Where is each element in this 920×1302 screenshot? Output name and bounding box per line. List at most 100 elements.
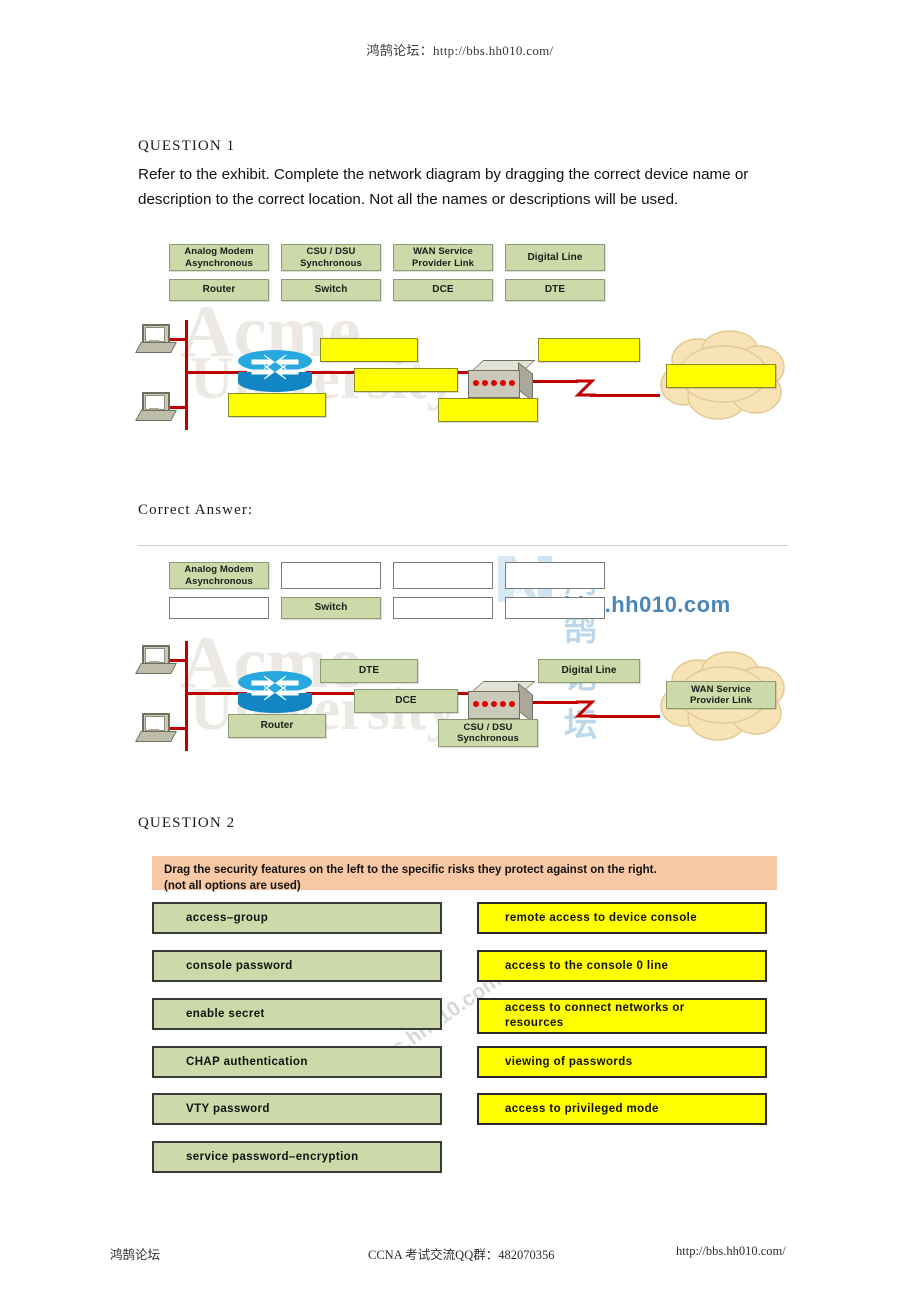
security-feature-vty-password[interactable]: VTY password: [152, 1093, 442, 1125]
option-chip-csu-dsu[interactable]: CSU / DSU Synchronous: [281, 244, 381, 271]
question-1-text: Refer to the exhibit. Complete the netwo…: [138, 166, 749, 208]
chip-line: DTE: [544, 284, 566, 296]
chip-line: Analog Modem: [184, 246, 254, 257]
chip-line: WAN Service: [691, 683, 751, 695]
answer-slot-used-5[interactable]: [169, 597, 269, 619]
item-label: remote access to device console: [505, 911, 698, 924]
answer-slot-analog-modem[interactable]: Analog Modem Asynchronous: [169, 562, 269, 589]
chip-line: CSU / DSU: [463, 721, 513, 733]
correct-answer-label: Correct Answer:: [138, 502, 254, 518]
chip-line: Router: [202, 284, 236, 296]
pc-icon-top: [135, 324, 177, 353]
chip-line: Switch: [314, 602, 348, 614]
risk-access-connect-networks[interactable]: access to connect networks or resources: [477, 998, 767, 1034]
option-chip-dte[interactable]: DTE: [505, 279, 605, 301]
answer-placement-right[interactable]: Digital Line: [538, 659, 640, 683]
chip-line: CSU / DSU: [306, 246, 356, 257]
item-label: enable secret: [186, 1007, 265, 1020]
question-1-exhibit: Acme University Analog Modem Asynchronou…: [135, 228, 788, 438]
answer-slot-used-8[interactable]: [505, 597, 605, 619]
pc-icon-top: [135, 645, 177, 674]
item-label: CHAP authentication: [186, 1055, 308, 1068]
drop-target-bottom-mid[interactable]: [438, 398, 538, 422]
chip-line: DCE: [395, 695, 417, 707]
lan-backbone-wire: [185, 320, 188, 430]
chip-line: Switch: [314, 284, 348, 296]
chip-line: DCE: [432, 284, 454, 296]
chip-line: Synchronous: [457, 733, 519, 744]
chip-line: DTE: [358, 665, 380, 677]
security-feature-service-password-encryption[interactable]: service password–encryption: [152, 1141, 442, 1173]
answer-placement-bottom-mid[interactable]: CSU / DSU Synchronous: [438, 719, 538, 747]
item-label: viewing of passwords: [505, 1055, 633, 1068]
option-chip-wan-link[interactable]: WAN Service Provider Link: [393, 244, 493, 271]
drop-target-right[interactable]: [538, 338, 640, 362]
chip-line: Asynchronous: [185, 257, 253, 269]
security-feature-console-password[interactable]: console password: [152, 950, 442, 982]
item-label: access–group: [186, 911, 269, 924]
answer-slot-switch[interactable]: Switch: [281, 597, 381, 619]
footer-left: 鸿鹄论坛: [110, 1248, 161, 1262]
option-chip-router[interactable]: Router: [169, 279, 269, 301]
risk-remote-access-device-console[interactable]: remote access to device console: [477, 902, 767, 934]
footer-right: http://bbs.hh010.com/: [676, 1244, 786, 1258]
answer-placement-top-left[interactable]: DTE: [320, 659, 418, 683]
chip-line: Router: [260, 720, 294, 732]
item-label: console password: [186, 959, 293, 972]
answer-slot-used-4[interactable]: [505, 562, 605, 589]
csu-dsu-device-icon: [468, 681, 536, 723]
security-feature-chap-authentication[interactable]: CHAP authentication: [152, 1046, 442, 1078]
chip-line: Digital Line: [527, 251, 583, 263]
csu-to-wan-wire-b: [590, 394, 660, 397]
item-label: access to the console 0 line: [505, 959, 669, 972]
csu-to-wan-wire-a: [530, 380, 578, 383]
question-1-answer-exhibit: Acme University 鸿鹄论坛 bbs.hh010.com Analo…: [135, 545, 788, 761]
drop-target-bottom-left[interactable]: [228, 393, 326, 417]
drop-target-cloud[interactable]: [666, 364, 776, 388]
answer-placement-bottom-left[interactable]: Router: [228, 714, 326, 738]
wan-zigzag-wire: [574, 379, 596, 397]
item-label: access to privileged mode: [505, 1102, 659, 1115]
answer-slot-used-2[interactable]: [281, 562, 381, 589]
drop-target-mid[interactable]: [354, 368, 458, 392]
item-label: service password–encryption: [186, 1150, 359, 1163]
wan-zigzag-wire: [574, 700, 596, 718]
risk-access-console-0-line[interactable]: access to the console 0 line: [477, 950, 767, 982]
item-label: resources: [505, 1017, 564, 1029]
answer-placement-mid[interactable]: DCE: [354, 689, 458, 713]
chip-line: Analog Modem: [184, 564, 254, 575]
question-2-exhibit: bbs.hh010.com Drag the security features…: [138, 850, 788, 1190]
answer-slot-used-3[interactable]: [393, 562, 493, 589]
security-feature-enable-secret[interactable]: enable secret: [152, 998, 442, 1030]
question-1-label: QUESTION 1: [138, 138, 236, 154]
lan-backbone-wire: [185, 641, 188, 751]
risk-access-privileged-mode[interactable]: access to privileged mode: [477, 1093, 767, 1125]
csu-to-wan-wire-a: [530, 701, 578, 704]
answer-slot-used-7[interactable]: [393, 597, 493, 619]
chip-line: Synchronous: [300, 257, 362, 269]
chip-line: Digital Line: [561, 665, 617, 677]
answer-placement-cloud[interactable]: WAN Service Provider Link: [666, 681, 776, 709]
option-chip-switch[interactable]: Switch: [281, 279, 381, 301]
chip-line: Provider Link: [689, 695, 752, 706]
csu-dsu-device-icon: [468, 360, 536, 402]
item-label: VTY password: [186, 1102, 270, 1115]
question-2-instruction-bar: Drag the security features on the left t…: [152, 856, 777, 892]
page-footer: 鸿鹄论坛 CCNA 考试交流QQ群：482070356 http://bbs.h…: [0, 1244, 920, 1266]
security-feature-access-group[interactable]: access–group: [152, 902, 442, 934]
risk-viewing-of-passwords[interactable]: viewing of passwords: [477, 1046, 767, 1078]
item-label: access to connect networks or: [505, 1002, 685, 1014]
chip-line: WAN Service: [413, 246, 473, 257]
csu-to-wan-wire-b: [590, 715, 660, 718]
footer-middle: CCNA 考试交流QQ群：482070356: [368, 1248, 555, 1262]
router-icon: [238, 671, 312, 715]
option-chip-digital-line[interactable]: Digital Line: [505, 244, 605, 271]
option-chip-dce[interactable]: DCE: [393, 279, 493, 301]
drop-target-top-left[interactable]: [320, 338, 418, 362]
router-icon: [238, 350, 312, 394]
pc-icon-bottom: [135, 392, 177, 421]
option-chip-analog-modem[interactable]: Analog Modem Asynchronous: [169, 244, 269, 271]
instruction-line-2: (not all options are used): [164, 880, 301, 892]
question-2-label: QUESTION 2: [138, 815, 236, 831]
page-header-watermark: 鸿鹄论坛：http://bbs.hh010.com/: [366, 43, 554, 58]
